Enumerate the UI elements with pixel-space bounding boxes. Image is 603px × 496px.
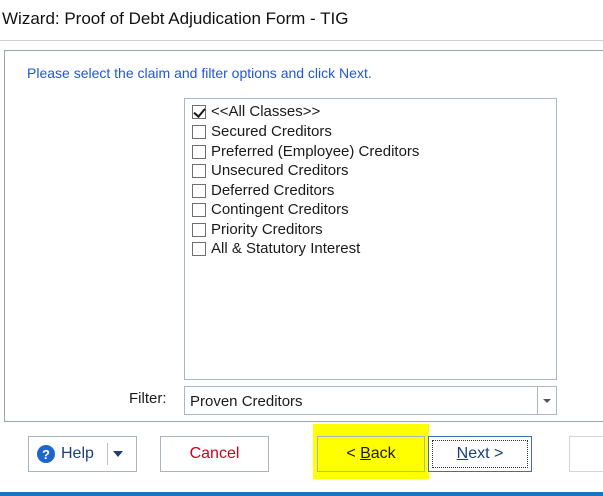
class-label: Contingent Creditors <box>211 201 349 218</box>
dropdown-arrow-icon[interactable] <box>537 387 556 414</box>
class-item-statutory[interactable]: All & Statutory Interest <box>192 239 360 258</box>
back-hotkey: B <box>360 445 371 462</box>
class-item-priority[interactable]: Priority Creditors <box>192 220 323 239</box>
filter-dropdown[interactable]: Proven Creditors <box>184 386 557 415</box>
help-split-divider <box>107 443 108 465</box>
cancel-button[interactable]: Cancel <box>160 436 269 472</box>
back-button-highlight: < Back <box>313 424 429 479</box>
checkbox-all-classes[interactable] <box>192 104 206 119</box>
help-icon: ? <box>37 445 55 463</box>
class-item-contingent[interactable]: Contingent Creditors <box>192 200 349 219</box>
checkbox-preferred[interactable] <box>192 144 206 159</box>
title-separator <box>0 40 603 41</box>
checkbox-secured[interactable] <box>192 124 206 139</box>
class-item-all[interactable]: <<All Classes>> <box>192 102 320 121</box>
class-item-secured[interactable]: Secured Creditors <box>192 122 332 141</box>
window-bottom-border <box>0 492 603 496</box>
class-label: Priority Creditors <box>211 221 323 238</box>
filter-value: Proven Creditors <box>190 393 303 410</box>
checkbox-priority[interactable] <box>192 222 206 237</box>
class-label: <<All Classes>> <box>211 103 321 120</box>
instruction-text: Please select the claim and filter optio… <box>27 65 372 81</box>
next-suffix: > <box>489 445 504 462</box>
checkbox-contingent[interactable] <box>192 202 206 217</box>
class-item-preferred[interactable]: Preferred (Employee) Creditors <box>192 142 419 161</box>
checkbox-statutory[interactable] <box>192 241 206 256</box>
back-rest: ack <box>370 445 396 462</box>
checkbox-deferred[interactable] <box>192 183 206 198</box>
help-button[interactable]: ? Help <box>28 436 137 472</box>
help-label: Help <box>61 445 94 462</box>
class-label: All & Statutory Interest <box>211 240 361 257</box>
filter-label: Filter: <box>129 390 167 407</box>
class-label: Unsecured Creditors <box>211 162 349 179</box>
next-rest: ext <box>468 445 490 462</box>
finish-button[interactable] <box>569 436 603 472</box>
class-label: Secured Creditors <box>211 123 332 140</box>
next-hotkey: N <box>456 445 469 462</box>
back-button[interactable]: < Back <box>317 436 425 472</box>
back-prefix: < <box>346 445 361 462</box>
checkbox-unsecured[interactable] <box>192 163 206 178</box>
class-label: Preferred (Employee) Creditors <box>211 143 420 160</box>
next-button[interactable]: Next > <box>428 436 532 472</box>
window-title: Wizard: Proof of Debt Adjudication Form … <box>2 9 349 28</box>
chevron-down-icon[interactable] <box>113 451 123 457</box>
class-item-deferred[interactable]: Deferred Creditors <box>192 181 334 200</box>
class-item-unsecured[interactable]: Unsecured Creditors <box>192 161 349 180</box>
class-label: Deferred Creditors <box>211 182 335 199</box>
